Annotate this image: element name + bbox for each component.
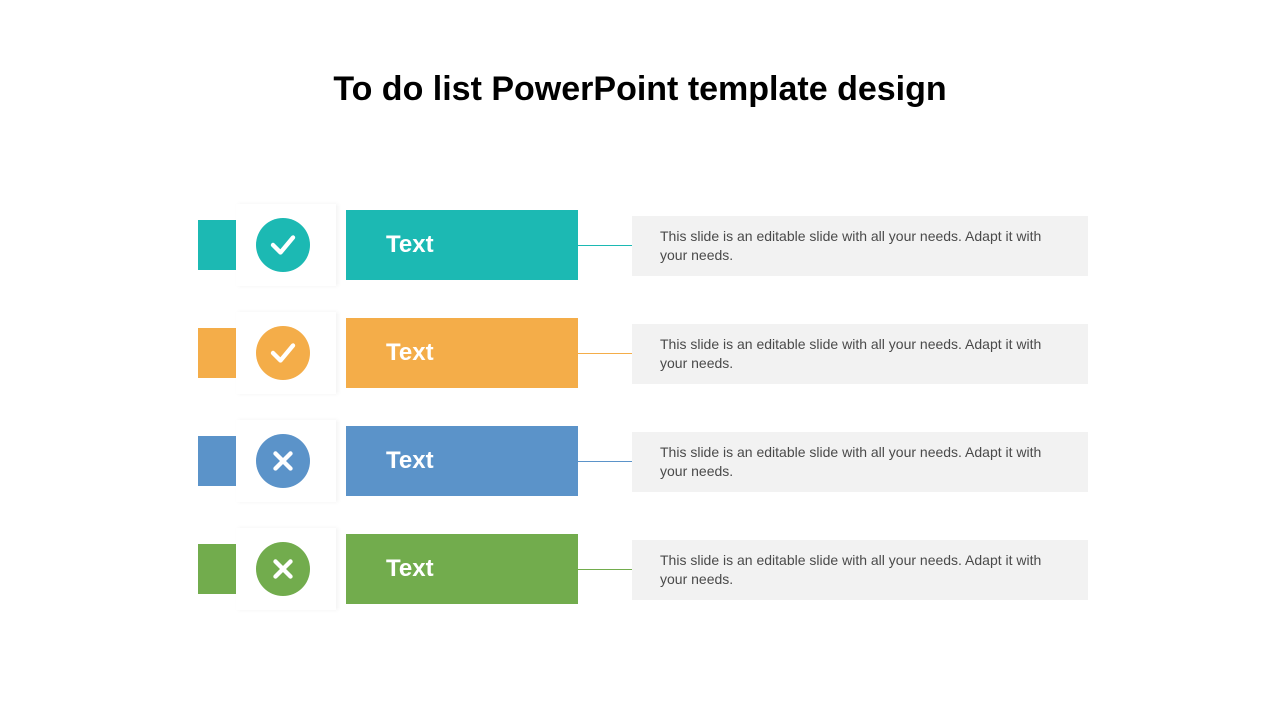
check-icon bbox=[256, 218, 310, 272]
row-label: Text bbox=[346, 426, 578, 496]
row-description-text: This slide is an editable slide with all… bbox=[660, 443, 1060, 481]
connector-line bbox=[578, 461, 632, 462]
todo-row: Text This slide is an editable slide wit… bbox=[198, 534, 1088, 604]
row-stub bbox=[198, 328, 238, 378]
row-description: This slide is an editable slide with all… bbox=[632, 432, 1088, 492]
todo-row: Text This slide is an editable slide wit… bbox=[198, 210, 1088, 280]
row-label-text: Text bbox=[386, 339, 434, 367]
row-description: This slide is an editable slide with all… bbox=[632, 216, 1088, 276]
row-description: This slide is an editable slide with all… bbox=[632, 324, 1088, 384]
row-description-text: This slide is an editable slide with all… bbox=[660, 227, 1060, 265]
check-icon bbox=[256, 326, 310, 380]
connector-line bbox=[578, 569, 632, 570]
row-label: Text bbox=[346, 210, 578, 280]
row-label: Text bbox=[346, 318, 578, 388]
row-label-text: Text bbox=[386, 447, 434, 475]
connector-line bbox=[578, 245, 632, 246]
row-stub bbox=[198, 544, 238, 594]
row-stub bbox=[198, 436, 238, 486]
slide-title: To do list PowerPoint template design bbox=[0, 70, 1280, 109]
row-stub bbox=[198, 220, 238, 270]
cross-icon bbox=[256, 542, 310, 596]
row-label-text: Text bbox=[386, 231, 434, 259]
cross-icon bbox=[256, 434, 310, 488]
connector-line bbox=[578, 353, 632, 354]
todo-rows: Text This slide is an editable slide wit… bbox=[198, 210, 1088, 642]
row-description: This slide is an editable slide with all… bbox=[632, 540, 1088, 600]
row-description-text: This slide is an editable slide with all… bbox=[660, 551, 1060, 589]
row-description-text: This slide is an editable slide with all… bbox=[660, 335, 1060, 373]
row-label-text: Text bbox=[386, 555, 434, 583]
row-label: Text bbox=[346, 534, 578, 604]
todo-row: Text This slide is an editable slide wit… bbox=[198, 426, 1088, 496]
todo-row: Text This slide is an editable slide wit… bbox=[198, 318, 1088, 388]
